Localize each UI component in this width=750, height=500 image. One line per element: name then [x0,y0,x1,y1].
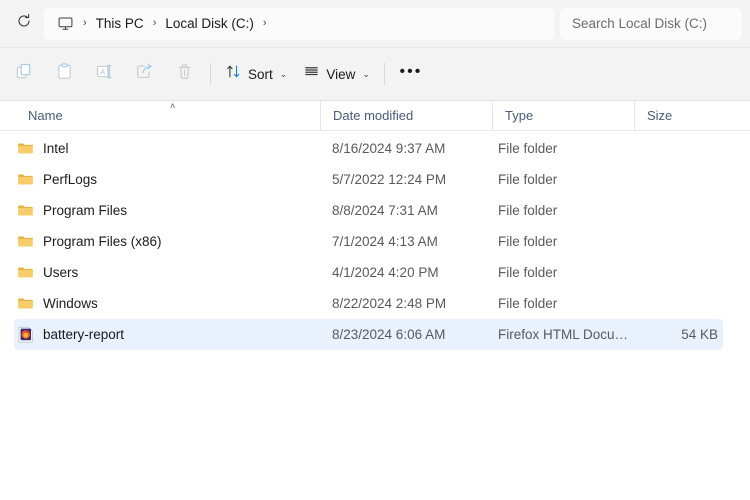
table-row[interactable]: Users 4/1/2024 4:20 PM File folder [14,257,723,288]
column-header-type[interactable]: Type [492,101,634,130]
file-name-cell: Users [14,264,320,281]
file-date-modified-cell: 4/1/2024 4:20 PM [332,265,439,280]
copy-button[interactable] [4,57,44,91]
search-placeholder: Search Local Disk (C:) [572,16,708,31]
file-name-cell: PerfLogs [14,171,320,188]
folder-icon [17,202,34,219]
more-options-button[interactable]: ••• [391,57,431,91]
this-pc-monitor-icon[interactable] [54,13,76,35]
table-row[interactable]: Windows 8/22/2024 2:48 PM File folder [14,288,723,319]
toolbar-separator-2 [383,63,385,85]
folder-icon [17,295,34,312]
file-list-area: ˄ Name Date modified Type Size Intel 8/16… [0,100,750,350]
refresh-button[interactable] [8,8,40,40]
file-name-label: Intel [43,141,69,156]
column-header-size[interactable]: Size [634,101,724,130]
file-name-cell: battery-report [14,326,320,343]
share-icon [135,62,154,86]
file-name-label: Windows [43,296,98,311]
file-name-label: Program Files [43,203,128,218]
sort-icon [225,63,242,85]
file-type-cell: File folder [498,203,558,218]
folder-icon [17,140,34,157]
file-name-cell: Program Files (x86) [14,233,320,250]
table-row[interactable]: Program Files (x86) 7/1/2024 4:13 AM File … [14,226,723,257]
file-date-modified-cell: 8/8/2024 7:31 AM [332,203,438,218]
ellipsis-icon: ••• [399,63,423,80]
file-size-cell: 54 KB [681,327,718,342]
file-name-label: Program Files (x86) [43,234,162,249]
chevron-down-icon: ⌄ [362,68,370,79]
view-button[interactable]: View ⌄ [295,57,378,91]
file-name-cell: Program Files [14,202,320,219]
refresh-icon [16,13,32,34]
file-date-modified-cell: 8/16/2024 9:37 AM [332,141,446,156]
file-name-cell: Intel [14,140,320,157]
table-row[interactable]: PerfLogs 5/7/2022 12:24 PM File folder [14,164,723,195]
file-list: Intel 8/16/2024 9:37 AM File folder PerfLog… [0,131,750,350]
column-header-name[interactable]: Name [0,101,320,130]
address-bar: › This PC › Local Disk (C:) › Search Loc… [0,0,750,47]
column-header-date-modified-label: Date modified [333,108,414,123]
folder-icon [17,171,34,188]
delete-trash-icon [175,62,194,86]
column-header-date-modified[interactable]: Date modified [320,101,492,130]
column-header-type-label: Type [505,108,534,123]
breadcrumb-separator-2[interactable]: › [260,18,270,29]
folder-icon [17,264,34,281]
column-header-row: ˄ Name Date modified Type Size [0,100,750,131]
sort-button-label: Sort [248,66,273,82]
share-button[interactable] [124,57,164,91]
toolbar-separator-1 [210,63,211,85]
file-type-cell: Firefox HTML Docum… [498,327,634,342]
file-date-modified-cell: 7/1/2024 4:13 AM [332,234,438,249]
breadcrumb[interactable]: › This PC › Local Disk (C:) › [44,7,554,40]
breadcrumb-separator-1: › [152,17,157,29]
file-type-cell: File folder [498,265,558,280]
folder-icon [17,233,34,250]
file-type-cell: File folder [498,172,558,187]
breadcrumb-item-this-pc[interactable]: This PC [90,13,150,34]
file-date-modified-cell: 5/7/2022 12:24 PM [332,172,447,187]
file-type-cell: File folder [498,296,558,311]
table-row[interactable]: battery-report 8/23/2024 6:06 AM Firefox H… [14,319,723,350]
file-date-modified-cell: 8/23/2024 6:06 AM [332,327,446,342]
rename-button[interactable]: A [84,57,124,91]
paste-button[interactable] [44,57,84,91]
file-name-label: Users [43,265,79,280]
breadcrumb-separator-0: › [83,17,87,29]
column-header-size-label: Size [647,108,673,123]
file-name-label: battery-report [43,327,125,342]
copy-icon [15,62,34,86]
file-type-cell: File folder [498,141,558,156]
paste-icon [55,62,74,86]
command-toolbar: A Sort ⌄ View ⌄ ••• [0,47,750,100]
breadcrumb-item-local-disk-c[interactable]: Local Disk (C:) [159,13,260,34]
search-input[interactable]: Search Local Disk (C:) [560,7,742,40]
file-name-label: PerfLogs [43,172,98,187]
column-header-name-label: Name [28,108,63,123]
view-list-icon [303,63,320,85]
file-name-cell: Windows [14,295,320,312]
table-row[interactable]: Intel 8/16/2024 9:37 AM File folder [14,133,723,164]
rename-icon: A [95,62,114,86]
file-type-cell: File folder [498,234,558,249]
table-row[interactable]: Program Files 8/8/2024 7:31 AM File folder [14,195,723,226]
view-button-label: View [326,66,356,82]
chevron-down-icon: ⌄ [279,68,288,79]
firefox-html-document-icon [17,326,34,343]
delete-button[interactable] [164,57,204,91]
sort-button[interactable]: Sort ⌄ [217,57,295,91]
file-date-modified-cell: 8/22/2024 2:48 PM [332,296,447,311]
